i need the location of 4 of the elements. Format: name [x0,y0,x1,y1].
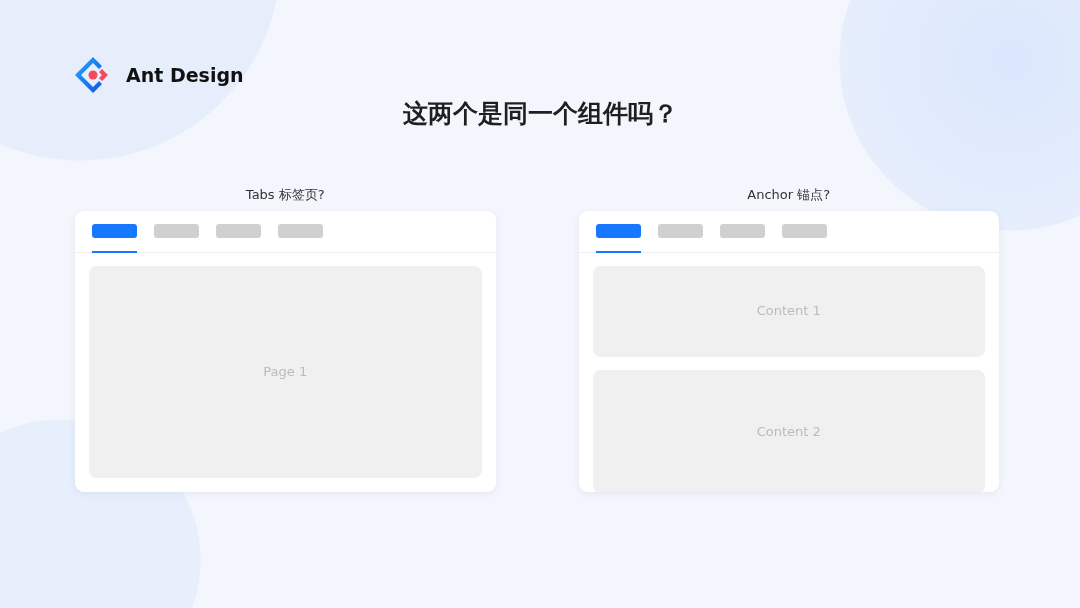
panel-caption: Anchor 锚点? [747,186,831,202]
panel-caption: Tabs 标签页? [245,186,325,202]
page-title: 这两个是同一个组件吗？ [402,98,678,130]
brand-name: Ant Design [126,62,244,88]
